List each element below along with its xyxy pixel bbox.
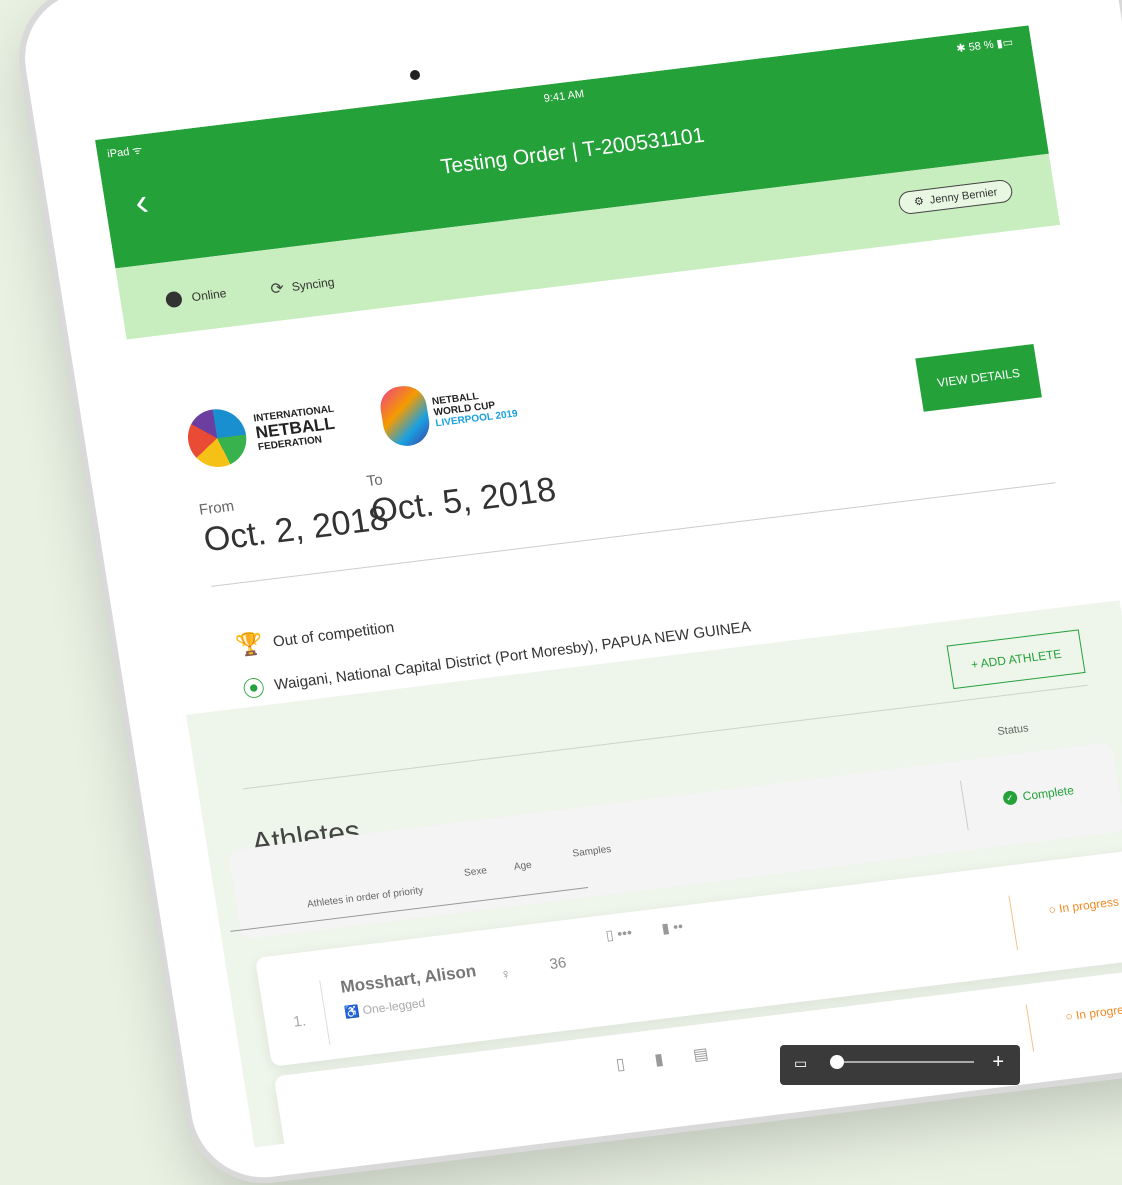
athlete-age: 36 [548, 954, 568, 974]
divider [959, 780, 969, 831]
to-date: Oct. 5, 2018 [368, 470, 559, 531]
user-name: Jenny Bernier [928, 185, 999, 207]
online-status: Online [164, 285, 228, 309]
athlete-name: Mosshart, Alison [339, 961, 478, 997]
location-pin-icon: ⦿ [240, 675, 267, 703]
sample-icons: ▯ ▮ ▤ [615, 1044, 710, 1075]
sample-icons: ▯ ••• ▮ •• [604, 918, 684, 944]
syncing-status[interactable]: ⟳ Syncing [269, 272, 336, 300]
to-label: To [365, 471, 384, 491]
zoom-slider-track[interactable] [844, 1061, 974, 1063]
status-battery: ✱ 58 % ▮▭ [955, 36, 1014, 56]
worldcup-logo-icon [377, 383, 433, 449]
divider [1025, 1004, 1036, 1059]
settings-icon: ⚙ [913, 195, 925, 209]
from-label: From [197, 497, 236, 519]
blood-tube-icon: ▮ •• [660, 917, 685, 937]
online-label: Online [190, 286, 228, 305]
divider [1008, 895, 1019, 951]
federation-logo-text: INTERNATIONAL NETBALL FEDERATION [253, 403, 340, 453]
status-complete-label: Complete [1021, 783, 1075, 804]
status-badge-in-progress: ○ In progress [1064, 1001, 1122, 1024]
column-samples: Samples [571, 843, 613, 860]
online-dot-icon [164, 290, 184, 309]
female-icon: ♀ [499, 965, 513, 983]
urine-cup-icon: ▯ [614, 1055, 627, 1074]
worldcup-logo: NETBALL WORLD CUP LIVERPOOL 2019 [377, 373, 520, 449]
trophy-icon: 🏆 [233, 630, 266, 659]
user-chip[interactable]: ⚙ Jenny Bernier [897, 178, 1014, 216]
status-column-header: Status [996, 722, 1030, 738]
column-age: Age [513, 859, 533, 873]
competition-info: 🏆 Out of competition [234, 614, 396, 659]
add-athlete-button[interactable]: + ADD ATHLETE [946, 629, 1086, 690]
sample-kit-icon: ▤ [691, 1045, 710, 1065]
federation-logo: INTERNATIONAL NETBALL FEDERATION [183, 395, 341, 471]
divider [319, 980, 331, 1045]
status-badge-in-progress: ○ In progress [1047, 894, 1120, 917]
camera-icon [410, 70, 420, 80]
worldcup-logo-text: NETBALL WORLD CUP LIVERPOOL 2019 [431, 386, 518, 429]
column-athletes: Athletes in order of priority [306, 885, 425, 911]
athlete-note: ♿ One-legged [343, 995, 427, 1020]
urine-cup-icon: ▯ ••• [604, 924, 634, 944]
zoom-toolbar: ▭ + [780, 1045, 1020, 1085]
blood-tube-icon: ▮ [653, 1051, 665, 1069]
federation-logo-icon [183, 405, 251, 471]
row-number: 1. [292, 1012, 308, 1031]
view-details-button[interactable]: VIEW DETAILS [915, 343, 1042, 412]
sync-icon: ⟳ [269, 280, 286, 299]
status-badge-complete: ✓ Complete [1001, 783, 1075, 806]
zoom-slider-knob[interactable] [830, 1055, 844, 1069]
competition-text: Out of competition [271, 618, 396, 651]
screen-icon[interactable]: ▭ [794, 1055, 807, 1072]
column-sex: Sexe [463, 865, 488, 879]
check-icon: ✓ [1001, 790, 1018, 806]
zoom-in-icon[interactable]: + [992, 1051, 1004, 1074]
app-screen: iPad ᯤ 9:41 AM ✱ 58 % ▮▭ ‹ Testing Order… [95, 25, 1122, 1148]
syncing-label: Syncing [290, 274, 336, 294]
